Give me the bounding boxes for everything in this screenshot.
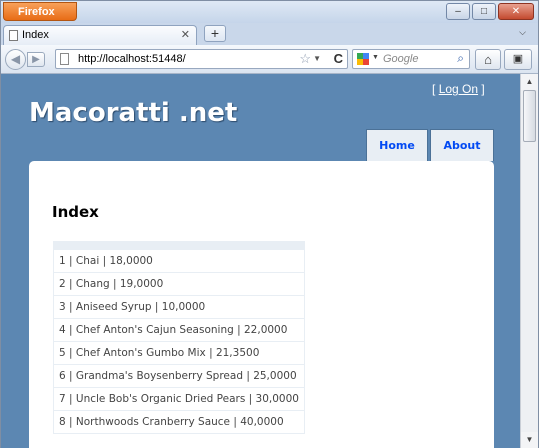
window-controls: ‒ □ ✕ — [446, 3, 534, 20]
menu-home-link[interactable]: Home — [366, 129, 428, 161]
tab-bar: Index ✕ — [1, 23, 538, 45]
product-cell: 5 | Chef Anton's Gumbo Mix | 21,3500 — [53, 341, 305, 365]
product-cell: 6 | Grandma's Boysenberry Spread | 25,00… — [53, 364, 305, 388]
main-menu: Home About — [366, 129, 494, 161]
scroll-thumb[interactable] — [523, 90, 536, 142]
back-forward-group: ◀ ▶ — [5, 49, 49, 70]
table-row: 1 | Chai | 18,0000 — [53, 249, 305, 273]
table-row: 3 | Aniseed Syrup | 10,0000 — [53, 295, 305, 319]
addons-icon[interactable]: ▣ — [504, 49, 532, 70]
page-title: Index — [52, 203, 99, 221]
vertical-scrollbar[interactable]: ▲ ▼ — [520, 74, 538, 448]
home-icon[interactable]: ⌂ — [475, 49, 501, 70]
address-bar[interactable]: http://localhost:51448/ ☆ ▼ C — [55, 49, 348, 69]
navigation-toolbar: ◀ ▶ http://localhost:51448/ ☆ ▼ C ▼ Goog… — [1, 45, 538, 74]
page-icon — [9, 30, 18, 41]
search-magnifier-icon[interactable]: ⌕ — [457, 51, 464, 66]
menu-about-link[interactable]: About — [430, 129, 494, 161]
table-header — [53, 241, 305, 250]
search-bar[interactable]: ▼ Google ⌕ — [352, 49, 470, 69]
product-cell: 1 | Chai | 18,0000 — [53, 249, 305, 273]
engine-dropdown-icon[interactable]: ▼ — [372, 54, 379, 61]
table-row: 8 | Northwoods Cranberry Sauce | 40,0000 — [53, 410, 305, 434]
tab-list-chevron-icon[interactable]: ⌵ — [519, 27, 526, 38]
login-bracket-close: ] — [481, 82, 485, 96]
tab-close-icon[interactable]: ✕ — [181, 26, 190, 44]
scroll-down-arrow-icon[interactable]: ▼ — [521, 432, 538, 448]
maximize-icon[interactable]: □ — [472, 3, 496, 20]
product-cell: 3 | Aniseed Syrup | 10,0000 — [53, 295, 305, 319]
bookmark-star-icon[interactable]: ☆ — [299, 51, 311, 67]
back-arrow-icon[interactable]: ◀ — [5, 49, 26, 70]
table-row: 5 | Chef Anton's Gumbo Mix | 21,3500 — [53, 341, 305, 365]
main-content: Index 1 | Chai | 18,0000 2 | Chang | 19,… — [29, 161, 494, 448]
product-cell: 4 | Chef Anton's Cajun Seasoning | 22,00… — [53, 318, 305, 342]
search-input[interactable]: Google — [383, 53, 418, 65]
product-cell: 2 | Chang | 19,0000 — [53, 272, 305, 296]
minimize-icon[interactable]: ‒ — [446, 3, 470, 20]
reload-icon[interactable]: C — [334, 51, 343, 66]
product-cell: 7 | Uncle Bob's Organic Dried Pears | 30… — [53, 387, 305, 411]
history-dropdown-icon[interactable]: ▼ — [313, 54, 321, 63]
browser-window: Firefox ‒ □ ✕ Index ✕ + ⌵ ◀ ▶ http://loc… — [0, 0, 539, 448]
login-display: [ Log On ] — [432, 82, 485, 96]
table-row: 2 | Chang | 19,0000 — [53, 272, 305, 296]
table-row: 4 | Chef Anton's Cajun Seasoning | 22,00… — [53, 318, 305, 342]
log-on-link[interactable]: Log On — [439, 82, 478, 96]
url-text[interactable]: http://localhost:51448/ — [78, 53, 186, 65]
google-engine-icon[interactable] — [357, 53, 369, 65]
title-bar: Firefox ‒ □ ✕ — [1, 1, 538, 23]
tab-index[interactable]: Index ✕ — [3, 25, 197, 45]
site-identity-icon[interactable] — [60, 53, 69, 65]
table-row: 7 | Uncle Bob's Organic Dried Pears | 30… — [53, 387, 305, 411]
site-title: Macoratti .net — [29, 98, 238, 128]
product-cell: 8 | Northwoods Cranberry Sauce | 40,0000 — [53, 410, 305, 434]
forward-arrow-icon[interactable]: ▶ — [27, 52, 45, 67]
close-icon[interactable]: ✕ — [498, 3, 534, 20]
product-list-table: 1 | Chai | 18,0000 2 | Chang | 19,0000 3… — [53, 241, 305, 434]
firefox-menu-button[interactable]: Firefox — [3, 2, 77, 21]
login-bracket-open: [ — [432, 82, 436, 96]
page-viewport: Macoratti .net [ Log On ] Home About Ind… — [1, 74, 520, 448]
table-row: 6 | Grandma's Boysenberry Spread | 25,00… — [53, 364, 305, 388]
scroll-up-arrow-icon[interactable]: ▲ — [521, 74, 538, 90]
tab-label: Index — [22, 29, 49, 41]
new-tab-button[interactable]: + — [204, 25, 226, 42]
